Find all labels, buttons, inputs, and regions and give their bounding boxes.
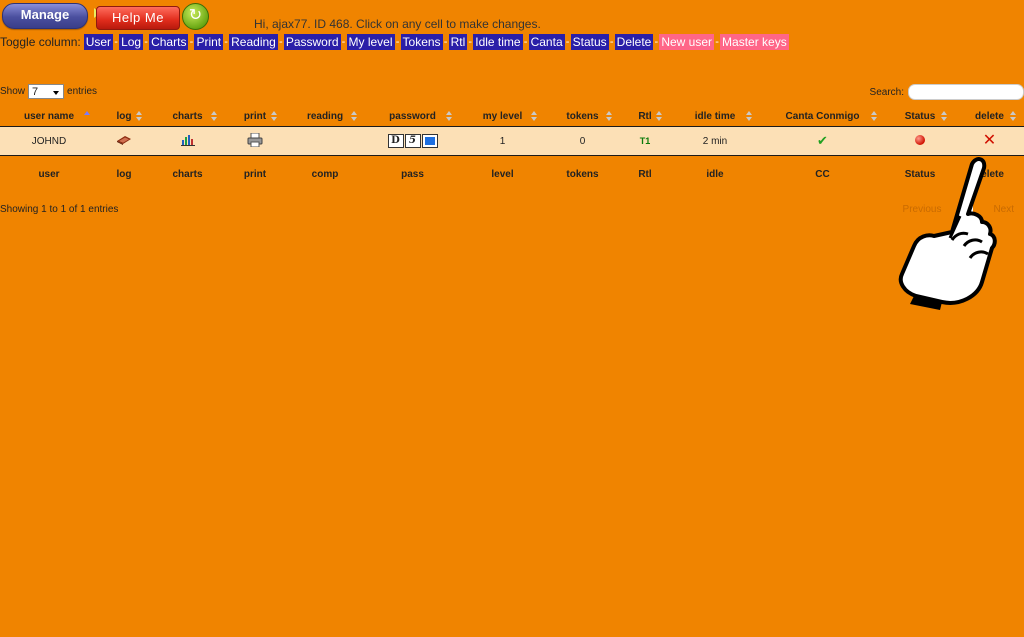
chevron-down-icon xyxy=(53,91,60,95)
cell-password[interactable]: D 5 xyxy=(365,127,460,156)
users-table: user name log charts print reading passw… xyxy=(0,106,1024,192)
cell-level[interactable]: 1 xyxy=(460,127,545,156)
checkmark-icon: ✔ xyxy=(817,133,828,148)
password-char: D xyxy=(387,134,404,148)
entries-select[interactable]: 7 xyxy=(28,84,65,99)
table-info: Showing 1 to 1 of 1 entries xyxy=(0,204,119,215)
toggle-column-label: Toggle column: xyxy=(0,35,81,49)
toggle-my-level[interactable]: My level xyxy=(346,34,395,50)
delete-x-icon[interactable]: ✕ xyxy=(983,132,996,149)
new-user-link[interactable]: New user xyxy=(659,34,715,50)
toggle-idle-time[interactable]: Idle time xyxy=(473,34,523,50)
footer-user: user xyxy=(38,168,60,180)
manage-button[interactable]: Manage xyxy=(2,3,88,29)
footer-print: print xyxy=(243,168,267,180)
toggle-tokens[interactable]: Tokens xyxy=(400,34,443,50)
footer-tokens: tokens xyxy=(566,168,599,180)
footer-idle: idle xyxy=(706,168,724,180)
col-header-idle[interactable]: idle time xyxy=(670,106,760,127)
table-row[interactable]: JOHND D 5 1 0 T1 2 min ✔ ✕ xyxy=(0,126,1024,156)
toggle-canta[interactable]: Canta xyxy=(528,34,565,50)
search-input[interactable] xyxy=(908,84,1024,100)
book-icon xyxy=(117,135,131,145)
entries-label: entries xyxy=(67,86,98,97)
col-header-user[interactable]: user name xyxy=(0,106,98,127)
cell-tokens[interactable]: 0 xyxy=(545,127,620,156)
col-header-tokens[interactable]: tokens xyxy=(545,106,620,127)
cell-log[interactable] xyxy=(98,127,150,156)
table-footer-row: user log charts print comp pass level to… xyxy=(0,156,1024,193)
col-header-print[interactable]: print xyxy=(225,106,285,127)
col-header-delete[interactable]: delete xyxy=(955,106,1024,127)
cell-rtl[interactable]: T1 xyxy=(620,127,670,156)
cell-canta[interactable]: ✔ xyxy=(760,127,885,156)
footer-comp: comp xyxy=(311,168,339,180)
toggle-column-bar: Toggle column: User - Log - Charts - Print -… xyxy=(0,34,789,50)
status-dot-icon xyxy=(915,134,925,145)
toggle-delete[interactable]: Delete xyxy=(614,34,654,50)
password-glyphs: D 5 xyxy=(387,134,438,148)
toggle-user[interactable]: User xyxy=(83,34,114,50)
help-me-button[interactable]: Help Me xyxy=(96,6,180,30)
master-keys-link[interactable]: Master keys xyxy=(720,34,789,50)
search-control: Search: xyxy=(870,84,1024,100)
blue-square-icon xyxy=(421,134,438,148)
bar-chart-icon xyxy=(180,134,195,146)
entries-control: Show 7 entries xyxy=(0,84,97,99)
col-header-charts[interactable]: charts xyxy=(150,106,225,127)
toggle-status[interactable]: Status xyxy=(570,34,609,50)
toggle-print[interactable]: Print xyxy=(194,34,224,50)
search-label: Search: xyxy=(869,86,904,98)
toggle-charts[interactable]: Charts xyxy=(149,34,189,50)
printer-icon xyxy=(247,132,263,147)
col-header-rtl[interactable]: Rtl xyxy=(620,106,670,127)
col-header-reading[interactable]: reading xyxy=(285,106,365,127)
toggle-password[interactable]: Password xyxy=(283,34,341,50)
footer-level: level xyxy=(491,168,514,180)
cell-print[interactable] xyxy=(225,127,285,156)
footer-cc: CC xyxy=(815,168,830,180)
footer-rtl: Rtl xyxy=(638,168,652,180)
footer-log: log xyxy=(116,168,132,180)
pointing-hand-icon xyxy=(898,157,997,310)
rtl-value: T1 xyxy=(639,135,651,146)
refresh-icon[interactable]: ↻ xyxy=(182,3,209,30)
toggle-rtl[interactable]: Rtl xyxy=(448,34,468,50)
col-header-canta[interactable]: Canta Conmigo xyxy=(760,106,885,127)
col-header-level[interactable]: my level xyxy=(460,106,545,127)
toggle-log[interactable]: Log xyxy=(119,34,144,50)
col-header-status[interactable]: Status xyxy=(885,106,955,127)
show-label: Show xyxy=(0,86,26,97)
cell-charts[interactable] xyxy=(150,127,225,156)
col-header-log[interactable]: log xyxy=(98,106,150,127)
toggle-reading[interactable]: Reading xyxy=(229,34,278,50)
password-char: 5 xyxy=(404,134,421,148)
cell-reading[interactable] xyxy=(285,127,365,156)
footer-charts: charts xyxy=(172,168,203,180)
footer-pass: pass xyxy=(401,168,424,180)
greeting-text: Hi, ajax77. ID 468. Click on any cell to… xyxy=(254,17,541,31)
col-header-password[interactable]: password xyxy=(365,106,460,127)
cell-idle[interactable]: 2 min xyxy=(670,127,760,156)
cell-user[interactable]: JOHND xyxy=(0,127,98,156)
table-header-row: user name log charts print reading passw… xyxy=(0,106,1024,127)
